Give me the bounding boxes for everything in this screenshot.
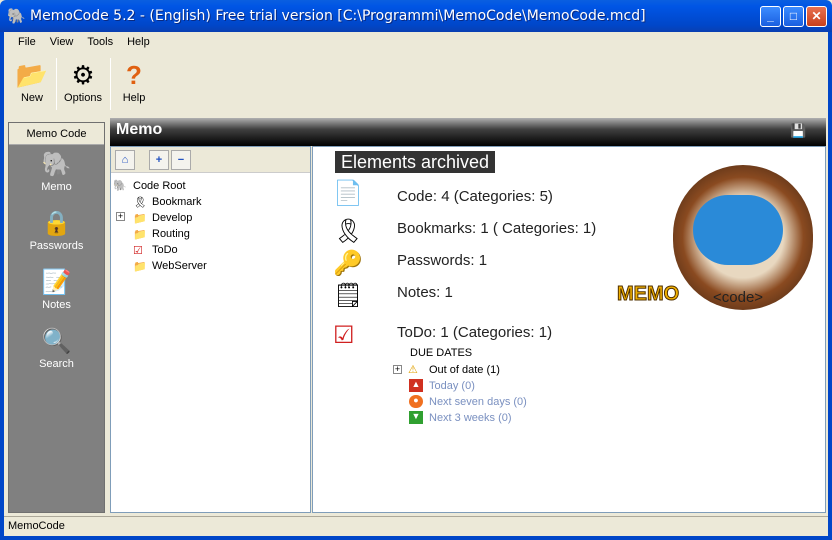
checklist-icon: ☑ <box>133 245 143 257</box>
help-label: Help <box>122 92 146 104</box>
folder-plus-icon: 📂 <box>15 60 49 90</box>
stat-notes: Notes: 1 <box>397 284 453 301</box>
stat-bookmarks: Bookmarks: 1 ( Categories: 1) <box>397 220 597 237</box>
toolbar-separator <box>110 58 111 110</box>
panel-title-bar: Memo 💾 <box>110 118 826 146</box>
tree-item[interactable]: Develop <box>152 212 192 224</box>
nav-label: Passwords <box>29 240 84 252</box>
menu-view[interactable]: View <box>50 36 74 52</box>
collapse-all-button[interactable]: − <box>171 150 191 170</box>
keys-icon: 🔑 <box>333 250 363 277</box>
folder-icon: 📁 <box>133 213 147 225</box>
tree-item[interactable]: ToDo <box>152 244 178 256</box>
tree-item[interactable]: Routing <box>152 228 190 240</box>
new-label: New <box>20 92 43 104</box>
due-next-3-weeks[interactable]: Next 3 weeks (0) <box>429 412 512 424</box>
left-nav: Memo Code 🐘 Memo 🔒 Passwords 📝 Notes 🔍 Searc… <box>8 122 105 513</box>
stat-code: Code: 4 (Categories: 5) <box>397 188 553 205</box>
folder-icon: 📁 <box>133 229 147 241</box>
due-dates-title: DUE DATES <box>410 347 473 359</box>
panel-title: Memo <box>116 121 163 138</box>
elephant-logo-icon <box>693 195 783 265</box>
nav-label: Notes <box>42 299 71 311</box>
tree-root[interactable]: Code Root <box>133 180 186 192</box>
next-seven-days-icon: ● <box>409 395 423 408</box>
todo-check-icon: ☑ <box>333 322 355 349</box>
stat-todo: ToDo: 1 (Categories: 1) <box>397 324 553 341</box>
options-button[interactable]: ⚙ Options <box>61 58 105 114</box>
nav-label: Search <box>39 358 74 370</box>
nav-search[interactable]: 🔍 Search <box>9 322 104 381</box>
nav-label: Memo <box>41 181 72 193</box>
options-gear-icon: ⚙ <box>71 60 95 90</box>
close-button[interactable]: ✕ <box>806 6 827 27</box>
menu-help[interactable]: Help <box>127 36 150 52</box>
memo-logo-text: MEMO <box>616 283 680 306</box>
toolbar-separator <box>56 58 57 110</box>
window-title: MemoCode 5.2 - (English) Free trial vers… <box>30 8 646 24</box>
search-icon: 🔍 <box>41 328 72 355</box>
maximize-button[interactable]: □ <box>783 6 804 27</box>
options-label: Options <box>64 92 102 104</box>
left-nav-header: Memo Code <box>9 123 104 145</box>
nav-passwords[interactable]: 🔒 Passwords <box>9 204 104 263</box>
due-next-seven-days[interactable]: Next seven days (0) <box>429 396 527 408</box>
status-bar: MemoCode <box>4 516 828 536</box>
menu-tools[interactable]: Tools <box>87 36 113 52</box>
menu-bar: File View Tools Help <box>18 36 150 52</box>
expand-all-button[interactable]: + <box>149 150 169 170</box>
bookmark-icon: 🎗 <box>333 218 364 245</box>
minimize-button[interactable]: _ <box>760 6 781 27</box>
question-icon: ? <box>126 60 142 90</box>
help-button[interactable]: ? Help <box>112 58 156 114</box>
summary-panel: Elements archived 📄 Code: 4 (Categories:… <box>312 146 826 513</box>
bookmark-icon: 🎗 <box>133 197 147 209</box>
next-weeks-down-icon: ▼ <box>409 411 423 424</box>
menu-file[interactable]: File <box>18 36 36 52</box>
elephant-icon: 🐘 <box>41 151 72 178</box>
lock-icon: 🔒 <box>41 210 72 237</box>
code-document-icon: 📄 <box>333 180 363 207</box>
folder-icon: 📁 <box>133 261 147 273</box>
today-up-icon: ▲ <box>409 379 423 392</box>
tree-root-icon: 🐘 <box>113 180 127 192</box>
warning-icon: ⚠ <box>408 364 418 376</box>
notes-icon: 📝 <box>41 269 72 296</box>
stat-passwords: Passwords: 1 <box>397 252 488 269</box>
home-button[interactable]: ⌂ <box>115 150 135 170</box>
category-tree: ⌂ + − 🐘 Code Root 🎗 Bookmark + 📁 Develop… <box>110 146 311 513</box>
expand-icon[interactable]: + <box>116 212 125 221</box>
summary-heading: Elements archived <box>335 151 496 173</box>
app-icon: 🐘 <box>7 8 26 25</box>
due-out-of-date[interactable]: Out of date (1) <box>429 364 500 376</box>
save-icon[interactable]: 💾 <box>790 123 806 139</box>
new-button[interactable]: 📂 New <box>10 58 54 114</box>
tree-item[interactable]: Bookmark <box>152 196 202 208</box>
code-logo-text: <code> <box>713 289 764 306</box>
nav-notes[interactable]: 📝 Notes <box>9 263 104 322</box>
title-bar: 🐘 MemoCode 5.2 - (English) Free trial ve… <box>0 0 832 32</box>
note-icon: 🗒 <box>333 282 364 309</box>
expand-icon[interactable]: + <box>393 365 402 374</box>
due-today[interactable]: Today (0) <box>429 380 475 392</box>
nav-memo[interactable]: 🐘 Memo <box>9 145 104 204</box>
tree-item[interactable]: WebServer <box>152 260 207 272</box>
tree-toolbar: ⌂ + − <box>111 147 310 173</box>
